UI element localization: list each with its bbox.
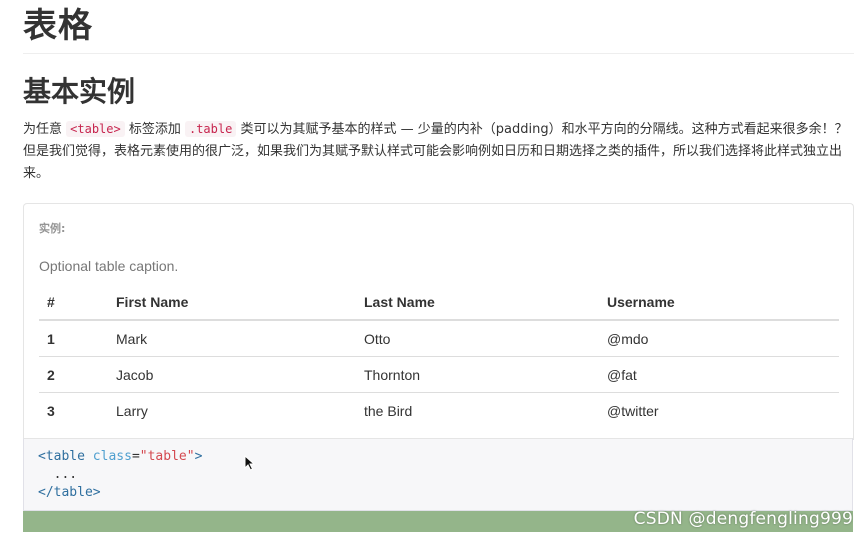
cell-first-name: Jacob xyxy=(108,356,356,393)
code-eq: = xyxy=(131,449,140,464)
desc-text-2: 标签添加 xyxy=(124,122,185,137)
header-first-name: First Name xyxy=(108,284,356,321)
table-row: 1 Mark Otto @mdo xyxy=(39,320,839,357)
page: 表格 基本实例 为任意 <table> 标签添加 .table 类可以为其赋予基… xyxy=(0,0,867,540)
header-number: # xyxy=(39,284,108,321)
section-title: 基本实例 xyxy=(23,75,136,108)
cell-last-name: Otto xyxy=(364,330,391,347)
section-description: 为任意 <table> 标签添加 .table 类可以为其赋予基本的样式 — 少… xyxy=(23,118,854,185)
cell-first-name: Mark xyxy=(116,330,148,347)
cell-first-name: Larry xyxy=(108,392,356,428)
example-table: # First Name Last Name Username 1 Mark O… xyxy=(39,284,839,428)
title-divider xyxy=(23,53,854,54)
code-attr: class xyxy=(92,449,132,464)
code-close-bracket: > xyxy=(194,449,203,464)
cell-last-name: the Bird xyxy=(356,392,599,428)
table-row: 3 Larry the Bird @twitter xyxy=(39,392,839,428)
inline-code-table-tag: <table> xyxy=(66,121,125,137)
header-last-name: Last Name xyxy=(356,284,599,321)
page-title: 表格 xyxy=(23,6,93,46)
table-caption: Optional table caption. xyxy=(39,258,179,274)
desc-text-1: 为任意 xyxy=(23,122,67,137)
cell-number: 1 xyxy=(47,330,55,347)
cell-username: @fat xyxy=(599,356,839,393)
code-open-tag: <table xyxy=(38,449,85,464)
code-ellipsis: ... xyxy=(38,467,78,482)
cell-number: 2 xyxy=(39,356,108,393)
mouse-cursor-icon xyxy=(244,455,256,471)
cell-username: @mdo xyxy=(607,330,649,347)
cell-number: 3 xyxy=(39,392,108,428)
table-row: 2 Jacob Thornton @fat xyxy=(39,356,839,393)
code-close-tag: </table> xyxy=(38,485,101,500)
example-box: 实例: Optional table caption. # First Name… xyxy=(23,203,854,440)
inline-code-table-class: .table xyxy=(184,121,237,137)
watermark-text: CSDN @dengfengling999 xyxy=(633,509,853,529)
table-header-row: # First Name Last Name Username xyxy=(39,284,839,321)
example-label: 实例: xyxy=(39,222,66,235)
code-attr-value: "table" xyxy=(139,449,195,464)
cell-last-name: Thornton xyxy=(356,356,599,393)
header-username: Username xyxy=(599,284,839,321)
code-snippet: <table class="table"> ... </table> xyxy=(23,438,853,511)
cell-username: @twitter xyxy=(599,392,839,428)
